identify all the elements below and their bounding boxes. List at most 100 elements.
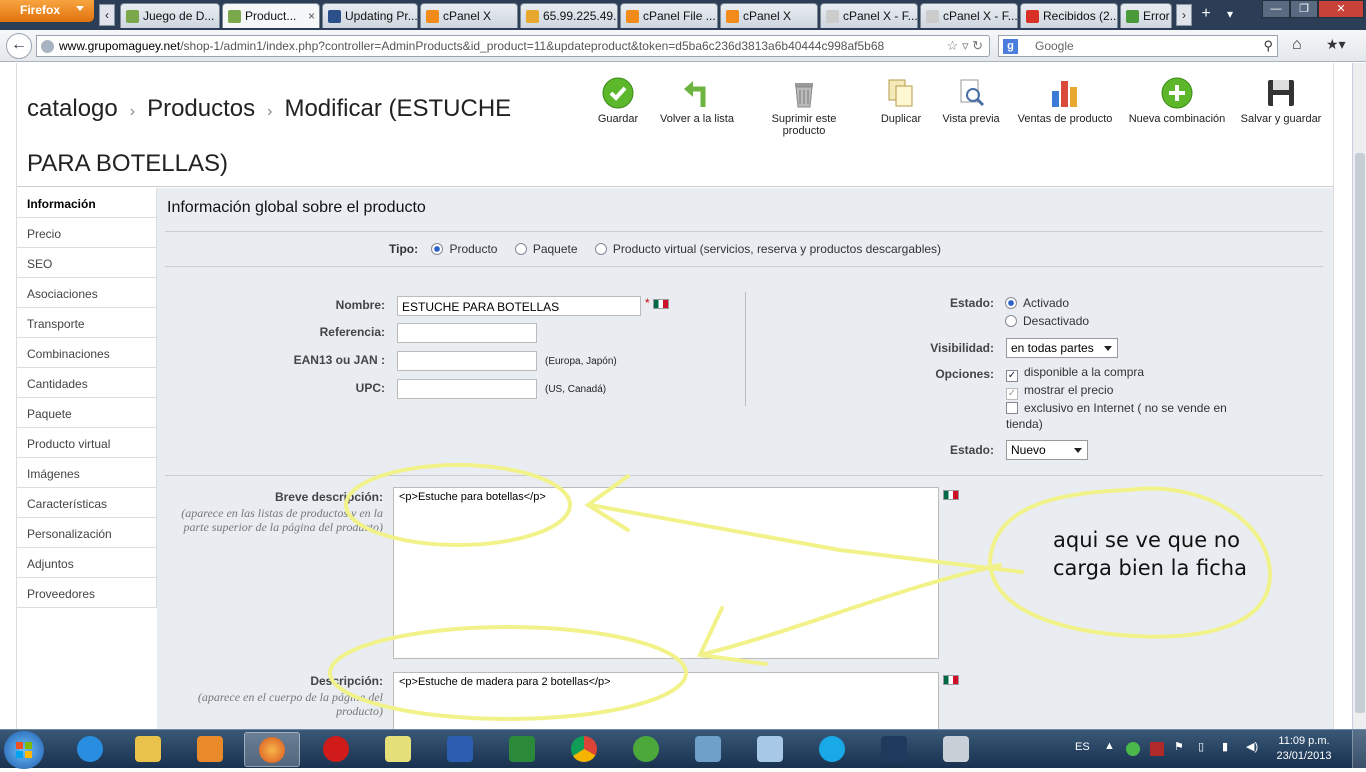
ie-taskbar-icon[interactable] <box>62 732 118 767</box>
word-taskbar-icon[interactable] <box>432 732 488 767</box>
power-icon[interactable]: ▯ <box>1198 740 1204 753</box>
sidebar-item[interactable]: SEO <box>17 248 157 278</box>
sidebar-item[interactable]: Transporte <box>17 308 157 338</box>
mexico-flag-icon[interactable] <box>943 490 959 500</box>
sidebar-item[interactable]: Personalización <box>17 518 157 548</box>
photo-viewer-taskbar-icon[interactable] <box>680 732 736 767</box>
site-identity-icon[interactable] <box>41 40 54 53</box>
close-tab-icon[interactable]: × <box>308 9 315 23</box>
tray-app-icon[interactable] <box>1126 742 1140 756</box>
save-button[interactable]: Guardar <box>595 77 641 125</box>
google-icon[interactable]: g <box>1003 39 1018 54</box>
name-input[interactable]: ESTUCHE PARA BOTELLAS <box>397 296 641 316</box>
save-and-stay-button[interactable]: Salvar y guardar <box>1239 77 1323 125</box>
photoshop-taskbar-icon[interactable] <box>866 732 922 767</box>
type-pack-radio[interactable] <box>514 243 527 255</box>
maximize-button[interactable]: ❐ <box>1290 0 1318 18</box>
type-virtual-radio[interactable] <box>594 243 607 255</box>
tab-scroll-left-button[interactable]: ‹ <box>99 4 115 26</box>
tray-app-icon[interactable] <box>1150 742 1164 756</box>
dropdown-icon[interactable]: ▿ <box>962 38 969 53</box>
browser-tab[interactable]: cPanel X - F... <box>820 3 918 28</box>
snipping-tool-taskbar-icon[interactable] <box>742 732 798 767</box>
home-icon[interactable]: ⌂ <box>1292 36 1302 54</box>
page-scrollbar[interactable] <box>1352 63 1366 729</box>
upc-input[interactable] <box>397 379 537 399</box>
breadcrumb-catalog[interactable]: catalogo <box>27 95 118 122</box>
sidebar-item[interactable]: Proveedores <box>17 578 157 608</box>
available-checkbox[interactable]: ✓ <box>1006 370 1018 382</box>
volume-icon[interactable]: ◀) <box>1246 740 1258 753</box>
skype-taskbar-icon[interactable] <box>804 732 860 767</box>
condition-select[interactable]: Nuevo <box>1006 440 1088 460</box>
product-sales-button[interactable]: Ventas de producto <box>1015 77 1115 125</box>
reference-input[interactable] <box>397 323 537 343</box>
status-inactive-radio[interactable] <box>1005 315 1017 327</box>
utorrent-taskbar-icon[interactable] <box>618 732 674 767</box>
list-tabs-button[interactable]: ▾ <box>1222 4 1238 26</box>
mexico-flag-icon[interactable] <box>653 299 669 309</box>
new-combination-button[interactable]: Nueva combinación <box>1127 77 1227 125</box>
action-center-flag-icon[interactable]: ⚑ <box>1174 740 1184 753</box>
sticky-notes-taskbar-icon[interactable] <box>370 732 426 767</box>
firefox-taskbar-icon[interactable] <box>244 732 300 767</box>
browser-tab[interactable]: Updating Pr... <box>322 3 418 28</box>
bookmarks-icon[interactable]: ★▾ <box>1326 36 1346 53</box>
browser-tab[interactable]: cPanel X <box>420 3 518 28</box>
show-desktop-button[interactable] <box>1352 730 1366 769</box>
visibility-select[interactable]: en todas partes <box>1006 338 1118 358</box>
bookmark-star-icon[interactable]: ☆ <box>947 38 959 53</box>
back-to-list-button[interactable]: Volver a la lista <box>657 77 737 125</box>
tab-scroll-right-button[interactable]: › <box>1176 4 1192 26</box>
sidebar-item[interactable]: Imágenes <box>17 458 157 488</box>
short-description-textarea[interactable]: <p>Estuche para botellas</p> <box>393 487 939 659</box>
back-button[interactable]: ← <box>6 33 32 59</box>
show-hidden-icons-icon[interactable]: ▲ <box>1104 740 1115 752</box>
duplicate-button[interactable]: Duplicar <box>879 77 923 125</box>
sidebar-item[interactable]: Paquete <box>17 398 157 428</box>
network-icon[interactable]: ▮ <box>1222 740 1228 753</box>
sidebar-item[interactable]: Características <box>17 488 157 518</box>
search-box[interactable]: g Google ⚲ <box>998 35 1278 57</box>
mexico-flag-icon[interactable] <box>943 675 959 685</box>
close-window-button[interactable]: ✕ <box>1318 0 1364 18</box>
search-icon[interactable]: ⚲ <box>1263 38 1273 54</box>
sidebar-item[interactable]: Información <box>17 188 157 218</box>
sidebar-item[interactable]: Combinaciones <box>17 338 157 368</box>
browser-tab[interactable]: cPanel X <box>720 3 818 28</box>
sidebar-item[interactable]: Adjuntos <box>17 548 157 578</box>
browser-tab[interactable]: Juego de D... <box>120 3 220 28</box>
status-active-radio[interactable] <box>1005 297 1017 309</box>
breadcrumb-products[interactable]: Productos <box>147 95 255 122</box>
url-bar[interactable]: www.grupomaguey.net/shop-1/admin1/index.… <box>36 35 990 57</box>
browser-tab[interactable]: Error <box>1120 3 1172 28</box>
browser-tab[interactable]: Recibidos (2... <box>1020 3 1118 28</box>
scrollbar-thumb[interactable] <box>1355 153 1365 713</box>
online-only-checkbox[interactable] <box>1006 402 1018 414</box>
delete-product-button[interactable]: Suprimir este producto <box>749 77 859 137</box>
new-tab-button[interactable]: + <box>1198 4 1214 26</box>
firefox-menu-button[interactable]: Firefox <box>0 0 94 22</box>
clock[interactable]: 11:09 p.m. 23/01/2013 <box>1272 734 1336 764</box>
explorer-taskbar-icon[interactable] <box>120 732 176 767</box>
description-textarea[interactable]: <p>Estuche de madera para 2 botellas</p> <box>393 672 939 729</box>
start-button[interactable] <box>4 731 44 769</box>
calculator-taskbar-icon[interactable] <box>928 732 984 767</box>
browser-tab[interactable]: Product... × <box>222 3 320 28</box>
sidebar-item[interactable]: Cantidades <box>17 368 157 398</box>
browser-tab[interactable]: 65.99.225.49... <box>520 3 618 28</box>
sidebar-item[interactable]: Producto virtual <box>17 428 157 458</box>
opera-taskbar-icon[interactable] <box>308 732 364 767</box>
type-product-radio[interactable] <box>431 243 444 255</box>
chrome-taskbar-icon[interactable] <box>556 732 612 767</box>
show-price-checkbox[interactable]: ✓ <box>1006 388 1018 400</box>
preview-button[interactable]: Vista previa <box>941 77 1001 125</box>
sidebar-item[interactable]: Asociaciones <box>17 278 157 308</box>
browser-tab[interactable]: cPanel File ... <box>620 3 718 28</box>
media-player-taskbar-icon[interactable] <box>182 732 238 767</box>
reload-icon[interactable]: ↻ <box>972 38 983 53</box>
minimize-button[interactable]: — <box>1262 0 1290 18</box>
ean-input[interactable] <box>397 351 537 371</box>
browser-tab[interactable]: cPanel X - F... <box>920 3 1018 28</box>
language-indicator[interactable]: ES <box>1075 741 1090 753</box>
